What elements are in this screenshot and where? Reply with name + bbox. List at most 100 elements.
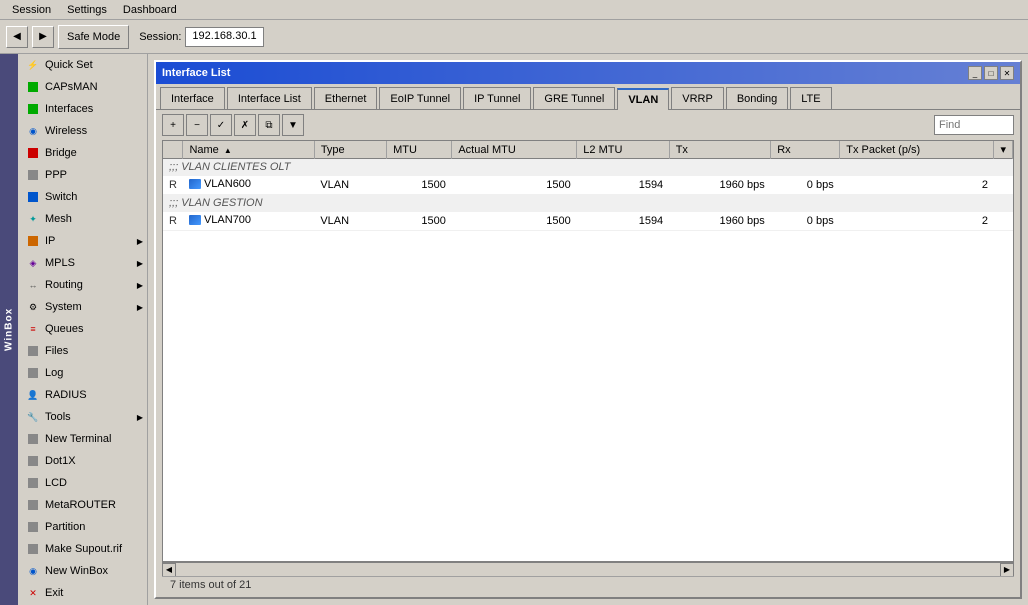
sidebar-item-routing[interactable]: ↔ Routing: [18, 274, 147, 296]
menu-dashboard[interactable]: Dashboard: [115, 2, 185, 18]
sidebar-item-label: MetaROUTER: [45, 499, 116, 511]
remove-button[interactable]: −: [186, 114, 208, 136]
files-icon: [26, 344, 40, 358]
sidebar-item-label: New WinBox: [45, 565, 108, 577]
tab-vrrp[interactable]: VRRP: [671, 87, 724, 109]
copy-button[interactable]: ⧉: [258, 114, 280, 136]
interface-table: Name ▲ Type MTU Actual MTU L2 MTU Tx Rx …: [163, 141, 1013, 231]
sidebar-item-partition[interactable]: Partition: [18, 516, 147, 538]
enable-button[interactable]: ✓: [210, 114, 232, 136]
table-row[interactable]: R VLAN600 VLAN 1500 1500 1594 1960 bps 0…: [163, 176, 1013, 195]
queues-icon: ≡: [26, 322, 40, 336]
sidebar-item-tools[interactable]: 🔧 Tools: [18, 406, 147, 428]
menu-settings[interactable]: Settings: [59, 2, 115, 18]
sidebar-item-make-supout[interactable]: Make Supout.rif: [18, 538, 147, 560]
tab-ethernet[interactable]: Ethernet: [314, 87, 378, 109]
status-bar: 7 items out of 21: [162, 576, 1014, 593]
sidebar-item-mpls[interactable]: ◈ MPLS: [18, 252, 147, 274]
sidebar-item-radius[interactable]: 👤 RADIUS: [18, 384, 147, 406]
window-toolbar: + − ✓ ✗ ⧉ ▼: [156, 110, 1020, 140]
sidebar-item-bridge[interactable]: Bridge: [18, 142, 147, 164]
col-header-tx[interactable]: Tx: [669, 141, 771, 159]
mpls-icon: ◈: [26, 256, 40, 270]
routing-icon: ↔: [26, 278, 40, 292]
scroll-right-button[interactable]: ▶: [1000, 563, 1014, 577]
col-header-more[interactable]: ▾: [994, 141, 1013, 159]
window-maximize-button[interactable]: □: [984, 66, 998, 80]
sidebar-item-new-winbox[interactable]: ◉ New WinBox: [18, 560, 147, 582]
scroll-track[interactable]: [176, 565, 1000, 575]
add-button[interactable]: +: [162, 114, 184, 136]
sidebar-item-ip[interactable]: IP: [18, 230, 147, 252]
sidebar-item-label: Make Supout.rif: [45, 543, 122, 555]
menubar: Session Settings Dashboard: [0, 0, 1028, 20]
sidebar-item-log[interactable]: Log: [18, 362, 147, 384]
tab-lte[interactable]: LTE: [790, 87, 831, 109]
sidebar-item-label: MPLS: [45, 257, 75, 269]
col-header-rx[interactable]: Rx: [771, 141, 840, 159]
interfaces-icon: [26, 102, 40, 116]
sidebar-item-capsman[interactable]: CAPsMAN: [18, 76, 147, 98]
disable-button[interactable]: ✗: [234, 114, 256, 136]
sidebar-item-system[interactable]: ⚙ System: [18, 296, 147, 318]
partition-icon: [26, 520, 40, 534]
table-row[interactable]: R VLAN700 VLAN 1500 1500 1594 1960 bps 0…: [163, 212, 1013, 231]
tab-bonding[interactable]: Bonding: [726, 87, 788, 109]
main-toolbar: ◀ ▶ Safe Mode Session: 192.168.30.1: [0, 20, 1028, 54]
sidebar-item-lcd[interactable]: LCD: [18, 472, 147, 494]
sidebar-item-label: Partition: [45, 521, 85, 533]
forward-button[interactable]: ▶: [32, 26, 54, 48]
sidebar-item-exit[interactable]: ✕ Exit: [18, 582, 147, 604]
interface-table-container[interactable]: Name ▲ Type MTU Actual MTU L2 MTU Tx Rx …: [162, 140, 1014, 562]
sidebar-item-mesh[interactable]: ✦ Mesh: [18, 208, 147, 230]
row-rx: 0 bps: [771, 176, 840, 195]
col-header-actual-mtu[interactable]: Actual MTU: [452, 141, 577, 159]
row-tx-packet: 2: [840, 176, 994, 195]
vlan-interface-icon: [189, 215, 201, 225]
search-input[interactable]: [934, 115, 1014, 135]
sidebar-item-new-terminal[interactable]: New Terminal: [18, 428, 147, 450]
ip-icon: [26, 234, 40, 248]
sidebar-item-metarouter[interactable]: MetaROUTER: [18, 494, 147, 516]
window-close-button[interactable]: ✕: [1000, 66, 1014, 80]
table-header-row: Name ▲ Type MTU Actual MTU L2 MTU Tx Rx …: [163, 141, 1013, 159]
tab-gre-tunnel[interactable]: GRE Tunnel: [533, 87, 615, 109]
col-header-tx-packet[interactable]: Tx Packet (p/s): [840, 141, 994, 159]
scroll-left-button[interactable]: ◀: [162, 563, 176, 577]
ppp-icon: [26, 168, 40, 182]
filter-button[interactable]: ▼: [282, 114, 304, 136]
sidebar-item-label: Switch: [45, 191, 77, 203]
tab-interface[interactable]: Interface: [160, 87, 225, 109]
col-header-type[interactable]: Type: [314, 141, 386, 159]
sidebar-item-label: PPP: [45, 169, 67, 181]
tab-ip-tunnel[interactable]: IP Tunnel: [463, 87, 531, 109]
window-minimize-button[interactable]: _: [968, 66, 982, 80]
sidebar-item-dot1x[interactable]: Dot1X: [18, 450, 147, 472]
window-title: Interface List: [162, 67, 230, 79]
col-header-l2-mtu[interactable]: L2 MTU: [577, 141, 669, 159]
sidebar-item-label: LCD: [45, 477, 67, 489]
col-header-name[interactable]: Name ▲: [183, 141, 314, 159]
tab-vlan[interactable]: VLAN: [617, 88, 669, 110]
sidebar-item-quick-set[interactable]: ⚡ Quick Set: [18, 54, 147, 76]
main-area: WinBox ⚡ Quick Set CAPsMAN Interfaces ◉ …: [0, 54, 1028, 605]
col-header-marker[interactable]: [163, 141, 183, 159]
sidebar-item-switch[interactable]: Switch: [18, 186, 147, 208]
safe-mode-button[interactable]: Safe Mode: [58, 25, 129, 49]
sidebar-item-interfaces[interactable]: Interfaces: [18, 98, 147, 120]
interface-list-window: Interface List _ □ ✕ Interface Interface…: [154, 60, 1022, 599]
bridge-icon: [26, 146, 40, 160]
sidebar-item-queues[interactable]: ≡ Queues: [18, 318, 147, 340]
tab-interface-list[interactable]: Interface List: [227, 87, 312, 109]
back-button[interactable]: ◀: [6, 26, 28, 48]
row-mtu: 1500: [387, 212, 452, 231]
tools-icon: 🔧: [26, 410, 40, 424]
sidebar-item-ppp[interactable]: PPP: [18, 164, 147, 186]
menu-session[interactable]: Session: [4, 2, 59, 18]
sidebar-item-wireless[interactable]: ◉ Wireless: [18, 120, 147, 142]
row-tx: 1960 bps: [669, 176, 771, 195]
sidebar-item-label: Files: [45, 345, 68, 357]
sidebar-item-files[interactable]: Files: [18, 340, 147, 362]
col-header-mtu[interactable]: MTU: [387, 141, 452, 159]
tab-eoip-tunnel[interactable]: EoIP Tunnel: [379, 87, 461, 109]
